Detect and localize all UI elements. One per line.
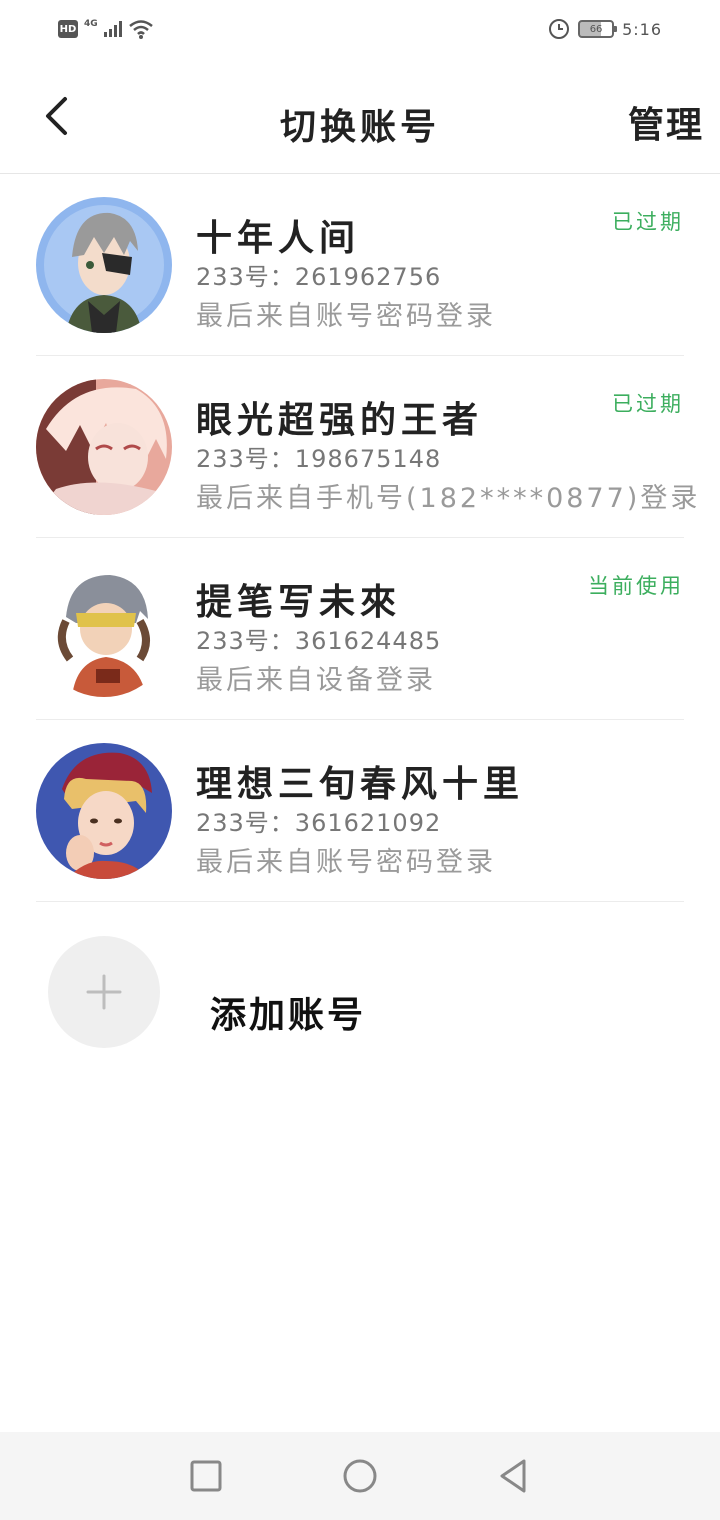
account-name: 十年人间 [196,218,361,259]
account-id: 233号：198675148 [196,445,442,473]
avatar [36,379,172,515]
account-item[interactable]: 十年人间 233号：261962756 最后来自账号密码登录 已过期 [36,174,684,356]
manage-button[interactable]: 管理 [628,96,704,148]
plus-icon [86,974,122,1010]
account-login-source: 最后来自账号密码登录 [196,301,496,332]
status-time: 5:16 [622,19,662,39]
avatar [36,743,172,879]
account-login-source: 最后来自设备登录 [196,665,436,696]
circle-icon[interactable] [340,1456,380,1496]
status-bar: HD 4G 66 5:16 [0,0,720,62]
battery-icon: 66 [578,20,618,38]
account-status: 已过期 [612,210,684,234]
network-label: 4G [84,19,98,29]
account-id: 233号：361621092 [196,809,442,837]
square-icon[interactable] [186,1456,226,1496]
account-login-source: 最后来自账号密码登录 [196,847,496,878]
add-account-circle[interactable] [48,936,160,1048]
triangle-back-icon[interactable] [494,1456,534,1496]
account-list: 十年人间 233号：261962756 最后来自账号密码登录 已过期 眼光超强的… [0,174,720,902]
account-name: 提笔写未來 [196,582,402,623]
account-id: 233号：361624485 [196,627,442,655]
account-name: 眼光超强的王者 [196,400,484,441]
account-item[interactable]: 眼光超强的王者 233号：198675148 最后来自手机号(182****08… [36,356,697,538]
account-item[interactable]: 理想三旬春风十里 233号：361621092 最后来自账号密码登录 [36,720,684,902]
account-id: 233号：261962756 [196,263,442,291]
hd-badge: HD [58,20,78,38]
add-account-label: 添加账号 [210,995,367,1036]
signal-icon [103,21,122,37]
avatar [36,561,172,697]
account-status: 当前使用 [588,574,684,598]
account-login-source: 最后来自手机号(182****0877)登录 [196,483,701,514]
avatar [36,197,172,333]
alarm-icon [549,19,570,39]
wifi-icon [128,20,153,39]
account-status: 已过期 [612,392,684,416]
app-header: 切换账号 管理 [0,62,720,174]
add-account-button[interactable]: 添加账号 [48,936,648,1048]
status-left: HD 4G [58,18,154,40]
account-item[interactable]: 提笔写未來 233号：361624485 最后来自设备登录 当前使用 [36,538,684,720]
page-title: 切换账号 [279,107,440,148]
account-name: 理想三旬春风十里 [196,764,525,805]
status-right: 66 5:16 [548,18,662,40]
system-nav-bar [0,1432,720,1520]
